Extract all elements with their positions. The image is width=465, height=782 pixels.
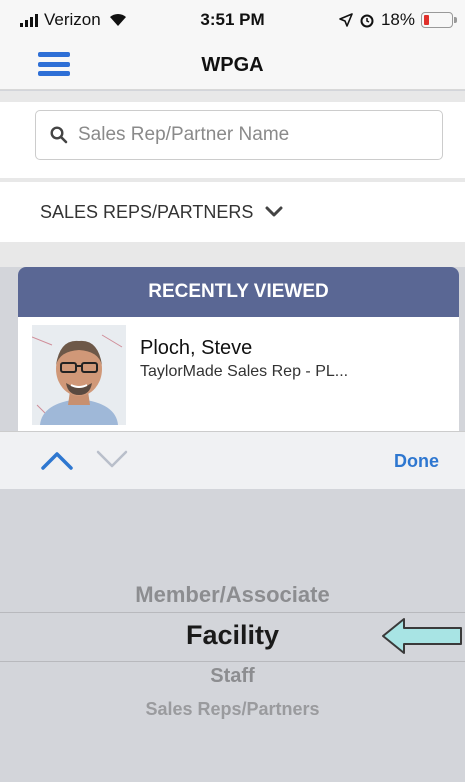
- done-button[interactable]: Done: [394, 451, 439, 472]
- status-bar: Verizon 3:51 PM 18%: [0, 0, 465, 40]
- alarm-icon: [360, 14, 374, 28]
- list-item[interactable]: Ploch, Steve TaylorMade Sales Rep - PL..…: [18, 317, 459, 431]
- left-arrow-icon: [382, 618, 462, 654]
- chevron-up-icon[interactable]: [40, 449, 74, 471]
- search-box[interactable]: [35, 110, 443, 160]
- picker-option[interactable]: Member/Associate: [0, 582, 465, 608]
- picker-option[interactable]: Sales Reps/Partners: [0, 699, 465, 720]
- picker-selection-bottom-line: [0, 661, 465, 662]
- item-name: Ploch, Steve: [140, 337, 253, 359]
- hamburger-menu-icon[interactable]: [38, 52, 70, 76]
- recently-viewed-header: RECENTLY VIEWED: [18, 267, 459, 317]
- location-icon: [339, 13, 353, 27]
- search-icon: [50, 126, 68, 144]
- filter-dropdown[interactable]: SALES REPS/PARTNERS: [0, 182, 465, 242]
- nav-bar: WPGA: [0, 40, 465, 90]
- picker-option[interactable]: Staff: [0, 665, 465, 688]
- picker-selection-top-line: [0, 612, 465, 613]
- status-right: 18%: [339, 10, 457, 30]
- picker-toolbar: Done: [0, 431, 465, 489]
- battery-percent: 18%: [380, 10, 415, 29]
- battery-icon: [421, 12, 457, 28]
- chevron-down-icon[interactable]: [95, 449, 129, 471]
- picker-wheel[interactable]: Member/Associate Facility Staff Sales Re…: [0, 489, 465, 782]
- battery-fill: [424, 15, 429, 25]
- item-subtitle: TaylorMade Sales Rep - PL...: [140, 363, 349, 380]
- search-area: [0, 102, 465, 178]
- filter-label: SALES REPS/PARTNERS: [40, 201, 254, 222]
- divider-strip: [0, 91, 465, 102]
- recently-viewed-card: RECENTLY VIEWED Ploch, Steve TaylorMade …: [18, 267, 459, 431]
- chevron-down-icon: [265, 206, 283, 217]
- divider-strip: [0, 242, 465, 267]
- search-input[interactable]: [78, 124, 418, 146]
- avatar: [32, 325, 126, 425]
